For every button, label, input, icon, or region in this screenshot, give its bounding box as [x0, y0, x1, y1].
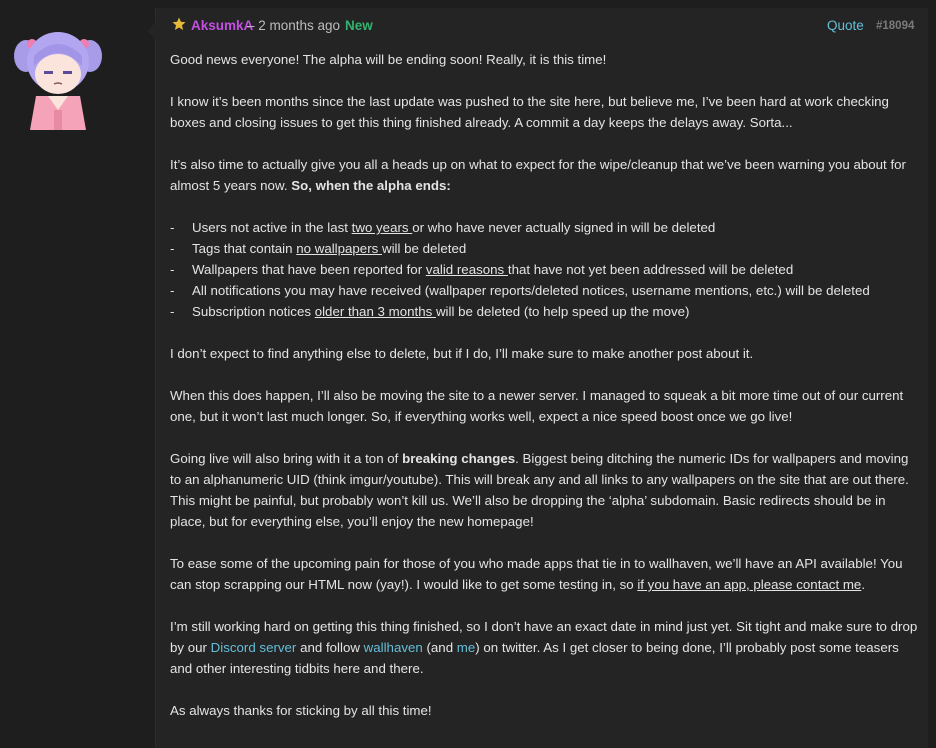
paragraph: I’m still working hard on getting this t… [170, 616, 918, 679]
underlined-text: no wallpapers [296, 241, 382, 256]
username-link[interactable]: AksumkA [191, 16, 253, 36]
paragraph: Good news everyone! The alpha will be en… [170, 52, 607, 67]
dash: - [170, 262, 175, 277]
post-body: Good news everyone! The alpha will be en… [170, 49, 918, 742]
post-header: AksumkA – 2 months ago New Quote #18094 [156, 16, 929, 36]
paragraph: To ease some of the upcoming pain for th… [170, 553, 918, 595]
list-item: - Subscription notices older than 3 month… [170, 301, 918, 322]
paragraph: I don’t expect to find anything else to … [170, 346, 754, 361]
paragraph: I know it’s been months since the last u… [170, 94, 889, 130]
text: All notifications you may have received … [192, 283, 870, 298]
text: will be deleted [381, 241, 467, 256]
contact-link[interactable]: if you have an app, please contact me [637, 577, 861, 592]
wallhaven-twitter-link[interactable]: wallhaven [364, 640, 423, 655]
text: or who have never actually signed in wil… [412, 220, 716, 235]
dash: - [170, 220, 175, 235]
text: Going live will also bring with it a ton… [170, 451, 403, 466]
text: . [861, 577, 866, 592]
me-twitter-link[interactable]: me [457, 640, 475, 655]
paragraph: As always thanks for sticking by all thi… [170, 703, 432, 718]
text: Users not active in the last [192, 220, 352, 235]
text: It’s also time to actually give you all … [170, 157, 906, 193]
underlined-text: valid reasons [425, 262, 508, 277]
discord-link[interactable]: Discord server [211, 640, 297, 655]
dash: - [170, 283, 175, 298]
text: will be deleted (to help speed up the mo… [435, 304, 690, 319]
dash: - [170, 304, 175, 319]
quote-link[interactable]: Quote [827, 16, 864, 36]
forum-post: AksumkA – 2 months ago New Quote #18094 … [147, 8, 929, 748]
underlined-text: older than 3 months [314, 304, 436, 319]
list-item: - Users not active in the last two years … [170, 217, 918, 238]
dash: - [170, 241, 175, 256]
text: that have not yet been addressed will be… [507, 262, 794, 277]
text: and follow [296, 640, 364, 655]
paragraph: Going live will also bring with it a ton… [170, 448, 918, 532]
star-icon [172, 17, 186, 31]
bold-text: So, when the alpha ends: [291, 178, 451, 193]
forum-thread: AksumkA – 2 months ago New Quote #18094 … [0, 0, 936, 748]
paragraph: When this does happen, I’ll also be movi… [170, 388, 904, 424]
post-time: – 2 months ago [247, 18, 341, 33]
underlined-text: two years [351, 220, 413, 235]
paragraph: It’s also time to actually give you all … [170, 154, 918, 196]
text: Tags that contain [192, 241, 297, 256]
deletion-list: - Users not active in the last two years … [170, 217, 918, 322]
post-id-link[interactable]: #18094 [876, 16, 914, 36]
text: Subscription notices [192, 304, 315, 319]
avatar[interactable] [12, 26, 104, 136]
list-item: - Tags that contain no wallpapers will be… [170, 238, 918, 259]
text: (and [422, 640, 457, 655]
list-item: - Wallpapers that have been reported for … [170, 259, 918, 280]
bold-text: breaking changes [402, 451, 516, 466]
new-badge: New [345, 18, 373, 33]
list-item: - All notifications you may have received… [170, 280, 918, 301]
text: Wallpapers that have been reported for [192, 262, 426, 277]
